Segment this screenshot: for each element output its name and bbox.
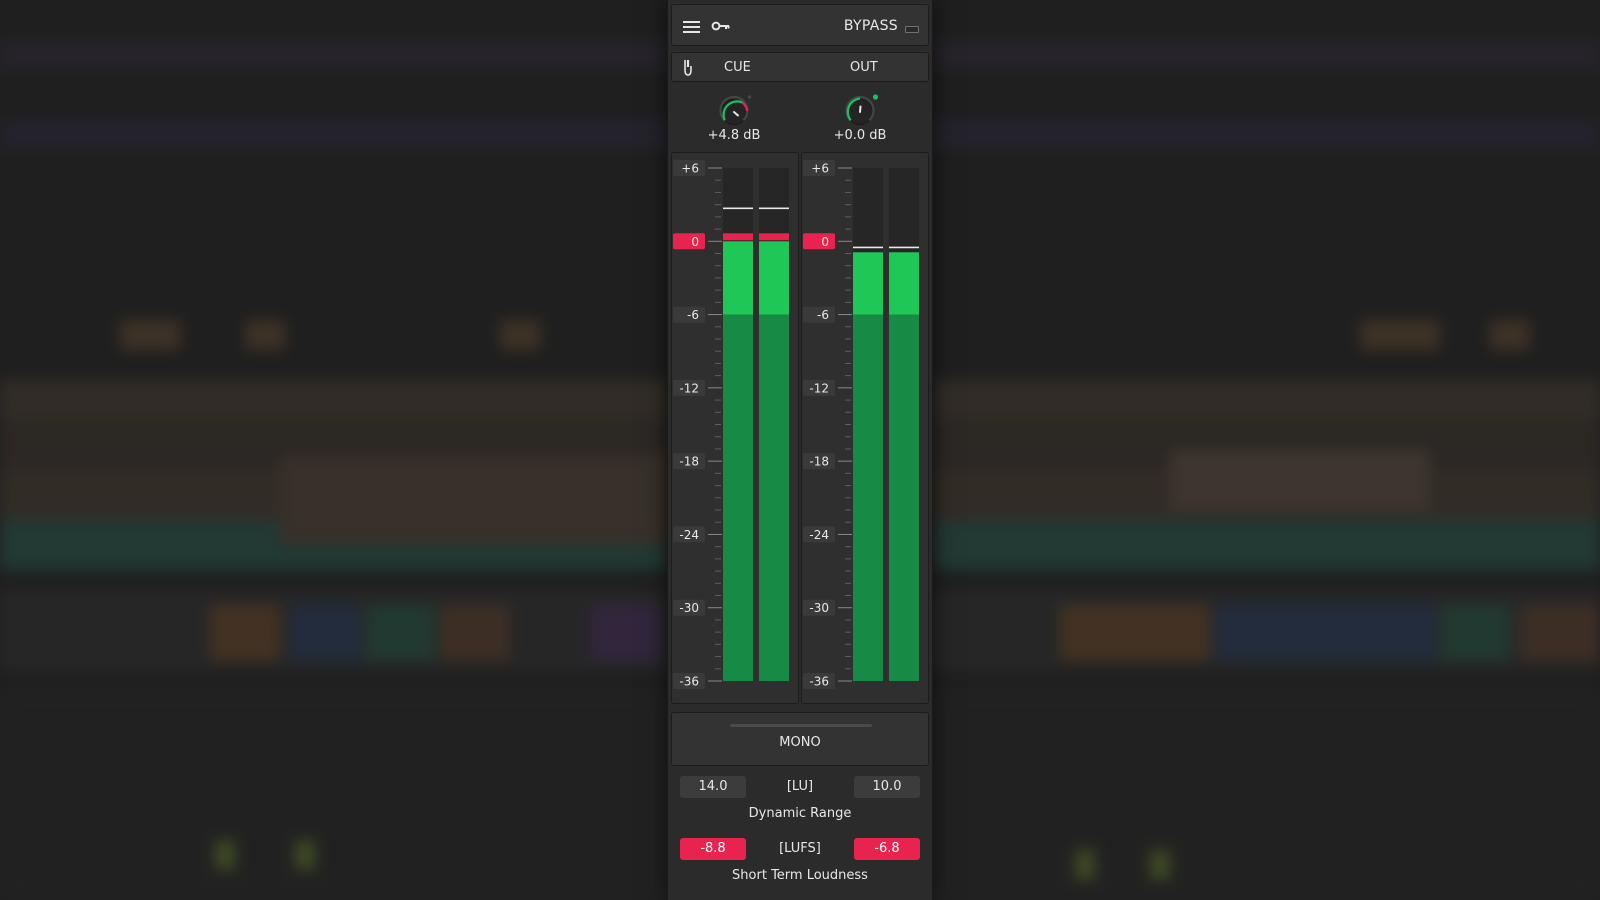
- out-gain-value: +0.0 dB: [833, 128, 887, 143]
- meter-clip-indicator: [759, 233, 789, 241]
- out-level-meter: +6 0 -6 -12 -18 -24 -30 -36: [801, 152, 929, 704]
- out-gain-knob[interactable]: [840, 92, 880, 132]
- meter-channel-fill-low: [853, 314, 883, 681]
- meter-tick-label: -18: [679, 455, 699, 469]
- meter-tick-label: 0: [691, 235, 699, 249]
- cue-gain-value: +4.8 dB: [707, 128, 761, 143]
- meter-channel-fill-high: [889, 252, 919, 315]
- meter-channel-fill-low: [889, 314, 919, 681]
- plugin-header: BYPASS: [671, 4, 929, 46]
- meter-tick-label: -30: [679, 601, 699, 615]
- meter-channel-fill-high: [723, 241, 753, 315]
- meter-channel-fill-high: [853, 252, 883, 315]
- key-icon[interactable]: [711, 20, 731, 32]
- meter-clip-indicator: [723, 233, 753, 241]
- meter-plugin-window: BYPASS CUE OUT +4.8 dB +0.0 dB +6 0 -6 -12 -…: [668, 0, 932, 900]
- mono-button[interactable]: MONO: [671, 712, 929, 766]
- meter-tick-label: -18: [809, 455, 829, 469]
- meter-tick-label: -24: [679, 528, 699, 542]
- cue-level-meter: +6 0 -6 -12 -18 -24 -30 -36: [671, 152, 799, 704]
- cue-out-bar: CUE OUT: [671, 52, 929, 82]
- cue-gain-knob[interactable]: [714, 92, 754, 132]
- meter-tick-label-bg: [803, 233, 835, 250]
- meter-tick-label: +6: [811, 162, 829, 176]
- short-term-loudness-unit: [LUFS]: [779, 841, 821, 856]
- dynamic-range-left: 14.0: [680, 776, 746, 798]
- short-term-loudness-left: -8.8: [680, 838, 746, 860]
- cue-headphone-icon[interactable]: [682, 58, 694, 78]
- dynamic-range-unit: [LU]: [786, 779, 814, 794]
- mono-label: MONO: [779, 735, 821, 750]
- cue-meter-graphic: +6 0 -6 -12 -18 -24 -30 -36: [673, 160, 789, 689]
- dynamic-range-right: 10.0: [854, 776, 920, 798]
- meter-tick-label: -6: [817, 308, 829, 322]
- meter-tick-label: -12: [809, 381, 829, 395]
- meter-tick-label: -30: [809, 601, 829, 615]
- out-meter-graphic: +6 0 -6 -12 -18 -24 -30 -36: [803, 160, 919, 689]
- out-label[interactable]: OUT: [850, 60, 878, 75]
- meter-tick-label-bg: [673, 233, 705, 250]
- short-term-loudness-right: -6.8: [854, 838, 920, 860]
- bypass-label[interactable]: BYPASS: [844, 18, 898, 34]
- meter-channel-fill-low: [723, 314, 753, 681]
- short-term-loudness-title: Short Term Loudness: [732, 868, 868, 883]
- cue-label[interactable]: CUE: [724, 60, 751, 75]
- meter-tick-label: +6: [681, 162, 699, 176]
- meter-tick-label: 0: [821, 235, 829, 249]
- meter-tick-label: -6: [687, 308, 699, 322]
- dynamic-range-title: Dynamic Range: [748, 806, 852, 821]
- hamburger-icon[interactable]: [683, 21, 700, 33]
- meter-tick-label: -36: [809, 675, 829, 689]
- meter-tick-label: -24: [809, 528, 829, 542]
- meter-tick-label: -12: [679, 381, 699, 395]
- mono-slider-track[interactable]: [730, 724, 872, 727]
- meter-tick-label: -36: [679, 675, 699, 689]
- meter-channel-fill-low: [759, 314, 789, 681]
- meter-channel-fill-high: [759, 241, 789, 315]
- bypass-toggle[interactable]: [905, 26, 919, 33]
